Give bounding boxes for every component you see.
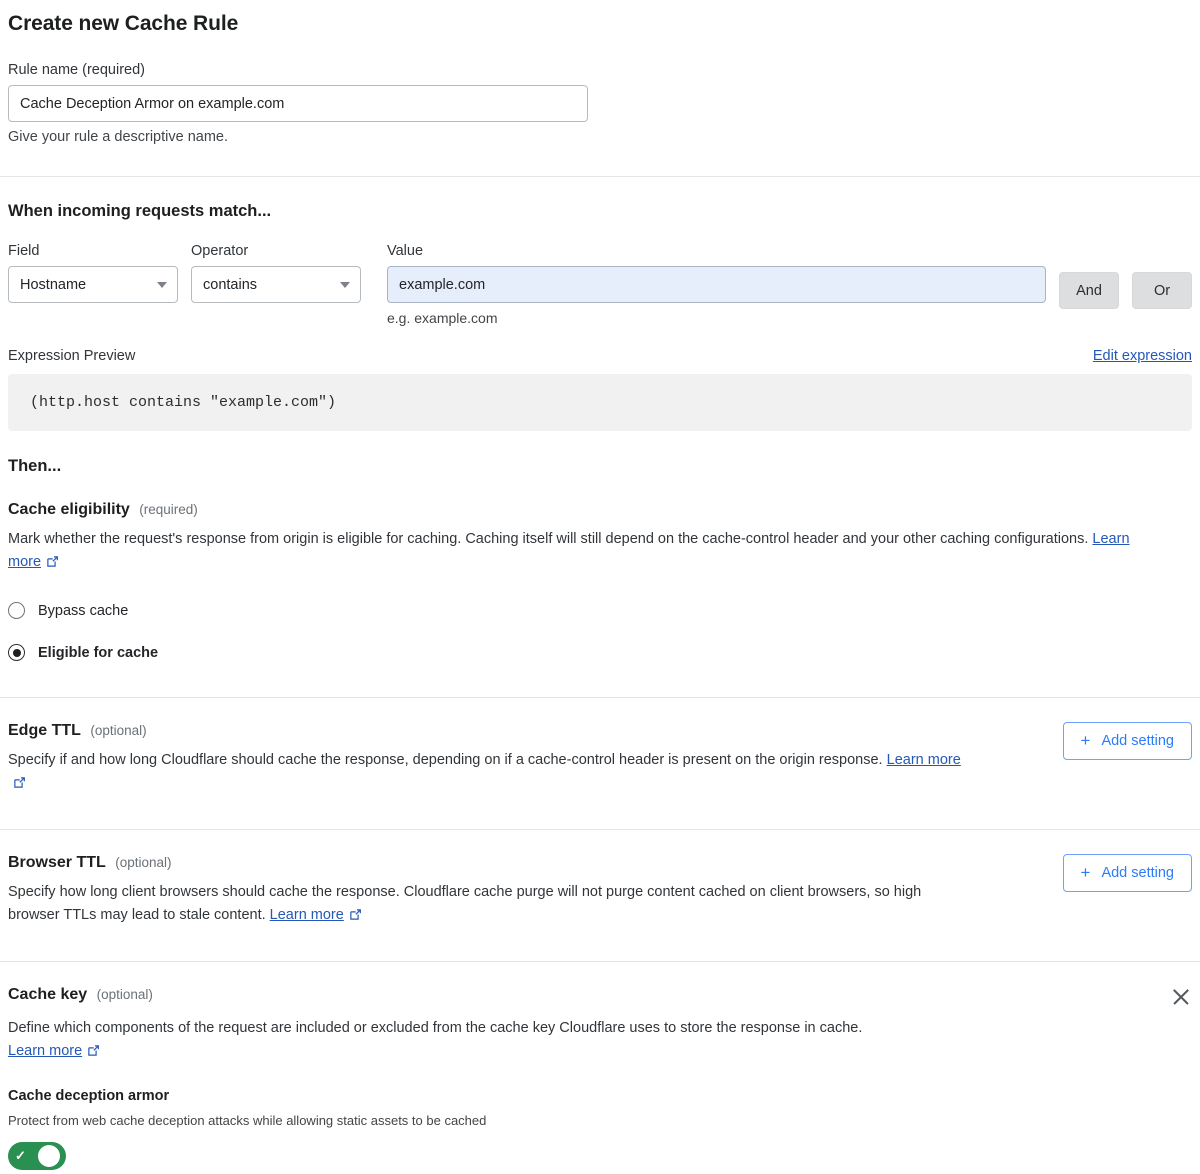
edit-expression-link[interactable]: Edit expression: [1093, 348, 1192, 364]
create-cache-rule-page: Create new Cache Rule Rule name (require…: [0, 0, 1200, 1170]
browser-ttl-section: Browser TTL (optional) Specify how long …: [8, 854, 1192, 930]
match-row: Field Hostname Operator contains Value e…: [8, 243, 1192, 326]
browser-ttl-description-text: Specify how long client browsers should …: [8, 884, 921, 923]
operator-label: Operator: [191, 243, 361, 259]
rule-name-group: Rule name (required) Cache Deception Arm…: [8, 62, 1192, 145]
and-button[interactable]: And: [1059, 272, 1119, 309]
divider-2: [0, 697, 1200, 698]
operator-select-value: contains: [203, 277, 257, 293]
chevron-down-icon: [157, 282, 167, 288]
chevron-down-icon: [340, 282, 350, 288]
rule-name-input[interactable]: Cache Deception Armor on example.com: [8, 85, 588, 122]
external-link-icon: [87, 1042, 100, 1065]
field-group: Field Hostname: [8, 243, 178, 303]
radio-icon: [8, 602, 25, 619]
cache-key-section: Cache key (optional) Define which compon…: [8, 986, 1192, 1170]
field-select[interactable]: Hostname: [8, 266, 178, 303]
toggle-knob: [38, 1145, 60, 1167]
plus-icon: +: [1081, 732, 1091, 749]
cache-eligibility-description-text: Mark whether the request's response from…: [8, 531, 1088, 547]
value-group: Value example.com e.g. example.com: [387, 243, 1046, 326]
divider-1: [0, 176, 1200, 177]
learn-more-link[interactable]: Learn more: [8, 1043, 82, 1059]
match-heading: When incoming requests match...: [8, 202, 1192, 221]
check-icon: ✓: [15, 1149, 26, 1162]
edge-ttl-description: Specify if and how long Cloudflare shoul…: [8, 749, 968, 798]
edge-ttl-title: Edge TTL: [8, 722, 81, 739]
browser-ttl-text: Browser TTL (optional) Specify how long …: [8, 854, 933, 930]
operator-select[interactable]: contains: [191, 266, 361, 303]
external-link-icon: [349, 906, 362, 929]
rule-name-helper: Give your rule a descriptive name.: [8, 129, 1192, 145]
cache-key-description-text: Define which components of the request a…: [8, 1020, 862, 1036]
browser-ttl-add-setting-button[interactable]: + Add setting: [1063, 854, 1193, 892]
cache-eligibility-radio-group: Bypass cache Eligible for cache: [8, 596, 1192, 668]
add-setting-label: Add setting: [1101, 733, 1174, 749]
cache-key-title-row: Cache key (optional): [8, 986, 153, 1004]
cache-eligibility-description: Mark whether the request's response from…: [8, 528, 1143, 577]
close-icon[interactable]: [1170, 986, 1192, 1008]
cache-deception-armor-toggle[interactable]: ✓: [8, 1142, 66, 1170]
cache-eligibility-section: Cache eligibility (required) Mark whethe…: [8, 501, 1192, 668]
cache-key-tag: (optional): [97, 987, 153, 1002]
edge-ttl-description-text: Specify if and how long Cloudflare shoul…: [8, 752, 883, 768]
edge-ttl-add-setting-button[interactable]: + Add setting: [1063, 722, 1193, 760]
page-title: Create new Cache Rule: [8, 0, 1192, 36]
expression-section: Expression Preview Edit expression (http…: [8, 348, 1192, 431]
value-label: Value: [387, 243, 1046, 259]
plus-icon: +: [1081, 864, 1091, 881]
edge-ttl-section: Edge TTL (optional) Specify if and how l…: [8, 722, 1192, 798]
or-button[interactable]: Or: [1132, 272, 1192, 309]
radio-option-bypass-cache[interactable]: Bypass cache: [8, 596, 1192, 626]
logic-buttons: And Or: [1059, 272, 1192, 309]
cache-deception-armor-group: Cache deception armor Protect from web c…: [8, 1088, 1192, 1170]
radio-option-eligible-for-cache[interactable]: Eligible for cache: [8, 638, 1192, 668]
edge-ttl-title-row: Edge TTL (optional): [8, 722, 968, 740]
cache-key-description: Define which components of the request a…: [8, 1017, 1018, 1066]
browser-ttl-description: Specify how long client browsers should …: [8, 881, 933, 930]
radio-label: Eligible for cache: [38, 645, 158, 661]
external-link-icon: [13, 774, 26, 797]
edge-ttl-tag: (optional): [90, 723, 146, 738]
cache-key-header: Cache key (optional): [8, 986, 1192, 1008]
cache-eligibility-title: Cache eligibility: [8, 501, 130, 518]
rule-name-label: Rule name (required): [8, 62, 1192, 78]
expression-preview-box: (http.host contains "example.com"): [8, 374, 1192, 431]
edge-ttl-text: Edge TTL (optional) Specify if and how l…: [8, 722, 968, 798]
learn-more-link[interactable]: Learn more: [887, 752, 961, 768]
then-heading: Then...: [8, 457, 1192, 476]
divider-4: [0, 961, 1200, 962]
cache-deception-armor-description: Protect from web cache deception attacks…: [8, 1113, 1192, 1128]
expression-preview-label: Expression Preview: [8, 348, 135, 364]
field-label: Field: [8, 243, 178, 259]
browser-ttl-title-row: Browser TTL (optional): [8, 854, 933, 872]
value-input[interactable]: example.com: [387, 266, 1046, 303]
learn-more-link[interactable]: Learn more: [270, 907, 344, 923]
add-setting-label: Add setting: [1101, 865, 1174, 881]
radio-label: Bypass cache: [38, 603, 128, 619]
external-link-icon: [46, 553, 59, 576]
value-hint: e.g. example.com: [387, 310, 1046, 326]
browser-ttl-tag: (optional): [115, 855, 171, 870]
browser-ttl-title: Browser TTL: [8, 854, 106, 871]
field-select-value: Hostname: [20, 277, 86, 293]
cache-key-title: Cache key: [8, 986, 87, 1003]
radio-icon-selected: [8, 644, 25, 661]
divider-3: [0, 829, 1200, 830]
cache-deception-armor-title: Cache deception armor: [8, 1088, 1192, 1104]
cache-eligibility-title-row: Cache eligibility (required): [8, 501, 1192, 519]
cache-eligibility-tag: (required): [139, 502, 198, 517]
operator-group: Operator contains: [191, 243, 361, 303]
